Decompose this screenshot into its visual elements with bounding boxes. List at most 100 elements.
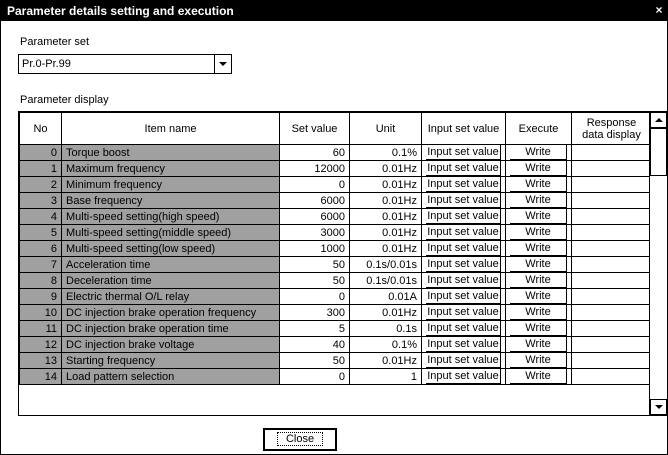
parameter-set-value: Pr.0-Pr.99 xyxy=(22,58,71,70)
row-item-name: Deceleration time xyxy=(61,272,280,289)
row-input-cell: Input set value xyxy=(421,176,506,193)
row-response xyxy=(571,208,652,225)
row-set-value: 12000 xyxy=(279,160,350,177)
row-input-cell: Input set value xyxy=(421,304,506,321)
write-button[interactable]: Write xyxy=(510,193,567,208)
input-set-value-button[interactable]: Input set value xyxy=(426,193,501,208)
row-execute-cell: Write xyxy=(505,160,572,177)
row-item-name: Maximum frequency xyxy=(61,160,280,177)
row-response xyxy=(571,336,652,353)
write-button[interactable]: Write xyxy=(510,369,567,384)
row-response xyxy=(571,304,652,321)
write-button[interactable]: Write xyxy=(510,305,567,320)
row-item-name: DC injection brake operation time xyxy=(61,320,280,337)
chevron-down-icon[interactable] xyxy=(214,55,231,73)
parameter-set-dropdown[interactable]: Pr.0-Pr.99 xyxy=(18,54,232,74)
write-button[interactable]: Write xyxy=(510,145,567,160)
row-input-cell: Input set value xyxy=(421,192,506,209)
row-unit: 0.01Hz xyxy=(349,160,422,177)
row-unit: 0.01Hz xyxy=(349,352,422,369)
scroll-down-arrow-icon[interactable] xyxy=(650,399,667,415)
row-execute-cell: Write xyxy=(505,192,572,209)
row-item-name: Multi-speed setting(high speed) xyxy=(61,208,280,225)
table-header-row: No Item name Set value Unit Input set va… xyxy=(19,112,652,145)
input-set-value-button[interactable]: Input set value xyxy=(426,305,501,320)
input-set-value-button[interactable]: Input set value xyxy=(426,225,501,240)
write-button[interactable]: Write xyxy=(510,289,567,304)
parameter-table: No Item name Set value Unit Input set va… xyxy=(19,112,652,385)
row-no: 3 xyxy=(19,192,62,209)
scroll-up-arrow-icon[interactable] xyxy=(650,112,667,128)
write-button[interactable]: Write xyxy=(510,177,567,192)
input-set-value-button[interactable]: Input set value xyxy=(426,257,501,272)
write-button[interactable]: Write xyxy=(510,257,567,272)
row-input-cell: Input set value xyxy=(421,240,506,257)
write-button[interactable]: Write xyxy=(510,353,567,368)
row-execute-cell: Write xyxy=(505,272,572,289)
title-bar: Parameter details setting and execution … xyxy=(1,1,667,21)
row-no: 2 xyxy=(19,176,62,193)
input-set-value-button[interactable]: Input set value xyxy=(426,161,501,176)
row-set-value: 6000 xyxy=(279,208,350,225)
row-set-value: 5 xyxy=(279,320,350,337)
row-unit: 0.01Hz xyxy=(349,224,422,241)
row-execute-cell: Write xyxy=(505,208,572,225)
row-unit: 0.01A xyxy=(349,288,422,305)
row-item-name: Base frequency xyxy=(61,192,280,209)
row-item-name: Starting frequency xyxy=(61,352,280,369)
row-set-value: 6000 xyxy=(279,192,350,209)
input-set-value-button[interactable]: Input set value xyxy=(426,177,501,192)
input-set-value-button[interactable]: Input set value xyxy=(426,321,501,336)
write-button[interactable]: Write xyxy=(510,225,567,240)
input-set-value-button[interactable]: Input set value xyxy=(426,369,501,384)
input-set-value-button[interactable]: Input set value xyxy=(426,353,501,368)
row-set-value: 50 xyxy=(279,352,350,369)
row-no: 0 xyxy=(19,144,62,161)
write-button[interactable]: Write xyxy=(510,321,567,336)
input-set-value-button[interactable]: Input set value xyxy=(426,289,501,304)
row-no: 4 xyxy=(19,208,62,225)
row-input-cell: Input set value xyxy=(421,336,506,353)
table-row: 8 Deceleration time 50 0.1s/0.01s Input set … xyxy=(19,272,652,289)
row-set-value: 50 xyxy=(279,272,350,289)
write-button[interactable]: Write xyxy=(510,241,567,256)
row-input-cell: Input set value xyxy=(421,352,506,369)
write-button[interactable]: Write xyxy=(510,209,567,224)
row-response xyxy=(571,288,652,305)
row-response xyxy=(571,352,652,369)
row-execute-cell: Write xyxy=(505,320,572,337)
row-item-name: Acceleration time xyxy=(61,256,280,273)
input-set-value-button[interactable]: Input set value xyxy=(426,241,501,256)
input-set-value-button[interactable]: Input set value xyxy=(426,273,501,288)
vertical-scrollbar[interactable] xyxy=(649,112,667,415)
row-response xyxy=(571,160,652,177)
table-row: 10 DC injection brake operation frequency… xyxy=(19,304,652,321)
row-execute-cell: Write xyxy=(505,224,572,241)
row-set-value: 1000 xyxy=(279,240,350,257)
row-set-value: 0 xyxy=(279,288,350,305)
input-set-value-button[interactable]: Input set value xyxy=(426,337,501,352)
table-row: 3 Base frequency 6000 0.01Hz Input set value… xyxy=(19,192,652,209)
row-input-cell: Input set value xyxy=(421,144,506,161)
table-row: 1 Maximum frequency 12000 0.01Hz Input set v… xyxy=(19,160,652,177)
write-button[interactable]: Write xyxy=(510,161,567,176)
write-button[interactable]: Write xyxy=(510,337,567,352)
row-no: 1 xyxy=(19,160,62,177)
row-execute-cell: Write xyxy=(505,288,572,305)
write-button[interactable]: Write xyxy=(510,273,567,288)
row-set-value: 60 xyxy=(279,144,350,161)
row-unit: 0.1s/0.01s xyxy=(349,272,422,289)
input-set-value-button[interactable]: Input set value xyxy=(426,145,501,160)
close-icon[interactable]: × xyxy=(653,4,665,17)
row-item-name: Multi-speed setting(low speed) xyxy=(61,240,280,257)
input-set-value-button[interactable]: Input set value xyxy=(426,209,501,224)
scroll-thumb[interactable] xyxy=(650,128,667,176)
table-row: 0 Torque boost 60 0.1% Input set value Write xyxy=(19,144,652,161)
table-row: 14 Load pattern selection 0 1 Input set valu… xyxy=(19,368,652,385)
row-unit: 0.01Hz xyxy=(349,240,422,257)
close-button[interactable]: Close xyxy=(263,428,337,451)
header-response-data-display: Response data display xyxy=(571,112,652,145)
row-no: 12 xyxy=(19,336,62,353)
row-item-name: DC injection brake operation frequency xyxy=(61,304,280,321)
row-input-cell: Input set value xyxy=(421,320,506,337)
